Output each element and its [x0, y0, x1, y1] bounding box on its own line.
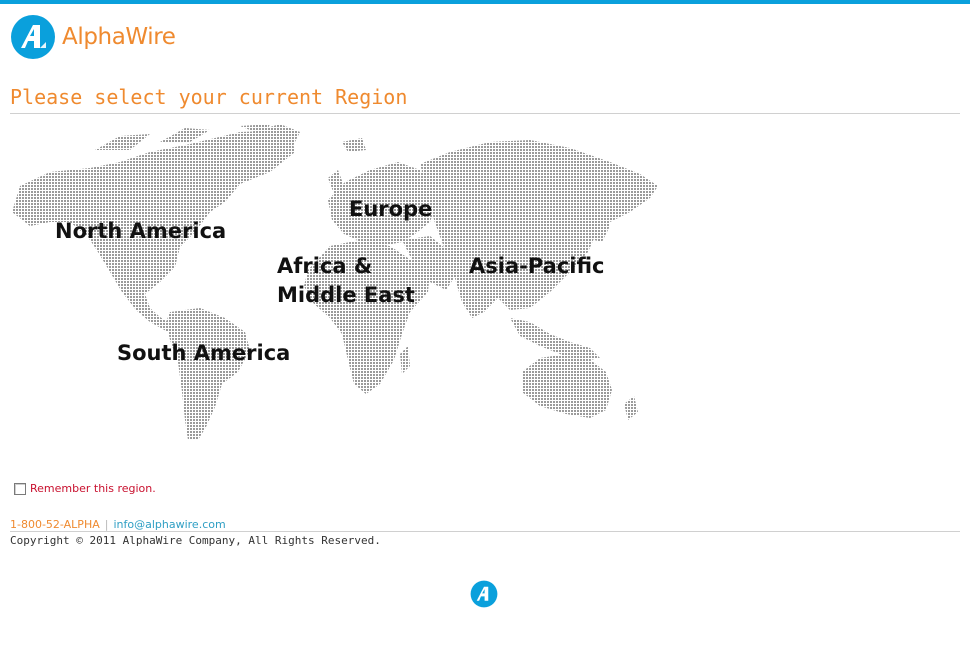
- region-europe[interactable]: Europe: [349, 195, 432, 224]
- region-africa-line1: Africa &: [277, 254, 373, 278]
- map-se-asia: [510, 318, 600, 362]
- contact-info: 1-800-52-ALPHA | info@alphawire.com: [10, 518, 226, 531]
- footer-logo-icon: [470, 580, 498, 608]
- region-asia-pacific[interactable]: Asia-Pacific: [469, 252, 605, 281]
- alphawire-logo-mark-icon: [11, 15, 55, 59]
- phone-number: 1-800-52-ALPHA: [10, 518, 100, 531]
- title-divider: [10, 113, 960, 114]
- remember-region-label[interactable]: Remember this region.: [30, 482, 156, 495]
- copyright-text: Copyright © 2011 AlphaWire Company, All …: [10, 534, 381, 547]
- region-africa-middle-east[interactable]: Africa & Middle East: [277, 252, 415, 310]
- remember-region-checkbox[interactable]: [14, 483, 26, 495]
- map-new-zealand: [624, 396, 638, 420]
- brand-name: AlphaWire: [62, 24, 176, 50]
- contact-separator: |: [104, 518, 109, 531]
- footer-divider: [10, 531, 960, 532]
- page-title: Please select your current Region: [10, 85, 408, 109]
- region-south-america[interactable]: South America: [117, 339, 290, 368]
- map-asia: [420, 140, 658, 318]
- region-africa-line2: Middle East: [277, 283, 415, 307]
- map-australia: [522, 354, 612, 418]
- top-accent-bar: [0, 0, 970, 4]
- map-iceland: [342, 138, 366, 152]
- email-link[interactable]: info@alphawire.com: [113, 518, 225, 531]
- map-madagascar: [400, 346, 410, 374]
- map-south-america: [166, 308, 250, 440]
- region-north-america[interactable]: North America: [55, 217, 226, 246]
- alphawire-logo[interactable]: AlphaWire: [10, 14, 190, 62]
